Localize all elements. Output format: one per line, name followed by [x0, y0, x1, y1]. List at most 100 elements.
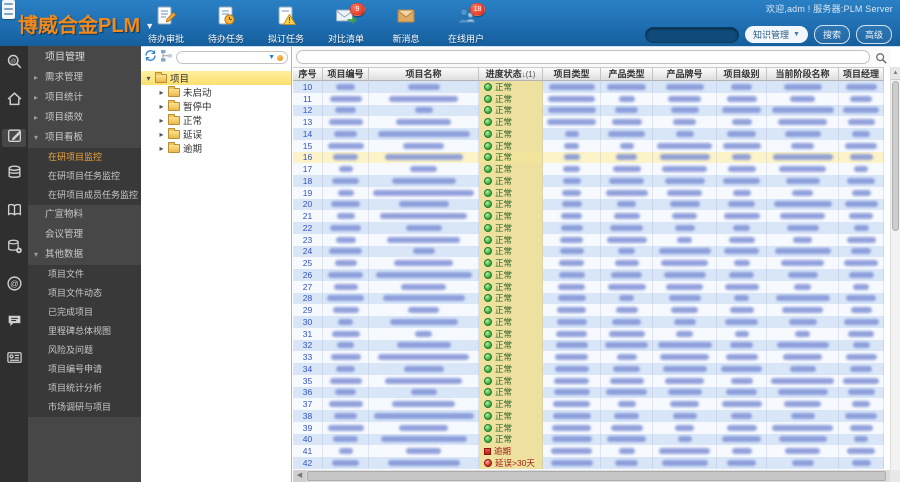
table-row[interactable]: 38 正常 [293, 410, 884, 422]
refresh-icon[interactable] [144, 49, 157, 67]
rail-search-button[interactable]: @ [2, 54, 26, 73]
search-category-dropdown[interactable]: 知识管理 ▼ [745, 26, 808, 43]
table-row[interactable]: 18 正常 [293, 175, 884, 187]
vertical-scroll-thumb[interactable] [892, 81, 899, 231]
table-row[interactable]: 14 正常 [293, 128, 884, 140]
tree-node[interactable]: ▸ 未启动 [141, 85, 291, 99]
toolbar-doc-pencil-button[interactable]: 待办审批 [143, 6, 189, 45]
table-row[interactable]: 32 正常 [293, 339, 884, 352]
tree-node[interactable]: ▸ 正常 [141, 113, 291, 127]
table-row[interactable]: 17 正常 [293, 163, 884, 175]
toolbar-mail-button[interactable]: 新消息 [383, 6, 429, 45]
column-header[interactable]: 项目类型 [543, 67, 601, 81]
column-header[interactable]: 序号 [293, 67, 323, 81]
rail-home-button[interactable] [2, 92, 26, 110]
tree-view-icon[interactable] [160, 49, 173, 67]
table-row[interactable]: 22 正常 [293, 222, 884, 234]
rail-at-button[interactable]: @ [2, 276, 26, 295]
column-header[interactable]: 项目经理 [839, 67, 884, 81]
sidebar-item[interactable]: 在研项目监控 [28, 148, 141, 167]
sidebar-item[interactable]: ▾ 其他数据 [28, 245, 141, 265]
sidebar-item[interactable]: 在研项目任务监控 [28, 167, 141, 186]
column-header[interactable]: 产品牌号 [653, 67, 717, 81]
table-row[interactable]: 36 正常 [293, 386, 884, 399]
scroll-left-icon[interactable]: ◀ [293, 470, 306, 482]
tree-node[interactable]: ▸ 逾期 [141, 141, 291, 155]
table-row[interactable]: 33 正常 [293, 351, 884, 363]
tree-node-root[interactable]: ▾ 项目 [141, 71, 291, 85]
sidebar-item[interactable]: 会议管理 [28, 225, 141, 245]
column-header[interactable]: 产品类型 [601, 67, 653, 81]
table-row[interactable]: 16 正常 [293, 151, 884, 164]
toolbar-doc-warning-button[interactable]: ! 拟订任务 [263, 6, 309, 45]
table-row[interactable]: 12 正常 [293, 104, 884, 117]
sidebar-item[interactable]: 风险及问题 [28, 341, 141, 360]
logo[interactable]: 博威合金PLM ▼ [18, 9, 154, 38]
column-header[interactable]: 项目级别 [717, 67, 767, 81]
sidebar-item[interactable]: 在研项目成员任务监控 [28, 186, 141, 205]
tree-node[interactable]: ▸ 暂停中 [141, 99, 291, 113]
sidebar-item[interactable]: ▸ 项目绩效 [28, 108, 141, 128]
table-row[interactable]: 27 正常 [293, 280, 884, 293]
table-row[interactable]: 24 正常 [293, 245, 884, 258]
sidebar-item[interactable]: ▾ 项目看板 [28, 128, 141, 148]
expand-icon[interactable]: ▾ [145, 74, 152, 83]
sidebar-item[interactable]: ▸ 需求管理 [28, 68, 141, 88]
sidebar-item[interactable]: 市场调研与项目 [28, 398, 141, 417]
horizontal-scroll-thumb[interactable] [307, 471, 886, 481]
table-row[interactable]: 42 延误>30天 [293, 457, 884, 469]
locate-down-icon[interactable]: ▼ [268, 54, 275, 61]
sidebar-item[interactable]: 项目文件动态 [28, 284, 141, 303]
table-row[interactable]: 28 正常 [293, 292, 884, 305]
sidebar-item[interactable]: 项目编号申请 [28, 360, 141, 379]
table-row[interactable]: 20 正常 [293, 198, 884, 211]
vertical-scrollbar[interactable]: ▲ [890, 67, 900, 470]
table-row[interactable]: 26 正常 [293, 269, 884, 281]
rail-database-settings-button[interactable] [2, 239, 26, 258]
toolbar-online-users-button[interactable]: 18 在线用户 [443, 3, 489, 45]
table-row[interactable]: 35 正常 [293, 374, 884, 387]
table-row[interactable]: 10 正常 [293, 81, 884, 93]
rail-database-button[interactable] [2, 165, 26, 184]
table-row[interactable]: 31 正常 [293, 327, 884, 340]
sidebar-item[interactable]: 项目统计分析 [28, 379, 141, 398]
table-row[interactable]: 41 逾期 [293, 445, 884, 457]
rail-edit-button[interactable] [2, 129, 26, 147]
search-button[interactable]: 搜索 [813, 25, 850, 44]
rail-idcard-button[interactable] [2, 351, 26, 369]
advanced-search-button[interactable]: 高级 [855, 25, 892, 44]
sidebar-item[interactable]: 广宣物料 [28, 205, 141, 225]
table-row[interactable]: 40 正常 [293, 433, 884, 446]
table-filter-input[interactable] [296, 50, 870, 64]
table-row[interactable]: 25 正常 [293, 257, 884, 269]
column-header[interactable]: 进度状态↓(1) [479, 67, 543, 81]
app-menu-icon[interactable] [2, 0, 15, 19]
global-search-input[interactable] [645, 26, 740, 43]
table-row[interactable]: 15 正常 [293, 139, 884, 152]
table-row[interactable]: 34 正常 [293, 363, 884, 375]
rail-chat-button[interactable] [2, 314, 26, 332]
sidebar-item[interactable]: 已完成项目 [28, 303, 141, 322]
tree-node[interactable]: ▸ 延误 [141, 127, 291, 141]
column-header[interactable]: 当前阶段名称 [767, 67, 839, 81]
sidebar-item[interactable]: 项目文件 [28, 265, 141, 284]
table-row[interactable]: 23 正常 [293, 233, 884, 246]
toolbar-doc-clock-button[interactable]: 待办任务 [203, 6, 249, 45]
table-row[interactable]: 29 正常 [293, 304, 884, 316]
table-row[interactable]: 13 正常 [293, 116, 884, 128]
table-row[interactable]: 37 正常 [293, 398, 884, 410]
locate-dot-icon[interactable] [277, 54, 283, 61]
table-row[interactable]: 39 正常 [293, 421, 884, 434]
sidebar-item[interactable]: ▸ 项目统计 [28, 88, 141, 108]
tree-filter-input[interactable]: ▼ [176, 51, 288, 64]
table-row[interactable]: 11 正常 [293, 92, 884, 105]
horizontal-scrollbar[interactable]: ◀ [293, 470, 890, 482]
column-header[interactable]: 项目名称 [369, 67, 479, 81]
scroll-up-icon[interactable]: ▲ [891, 67, 900, 80]
column-header[interactable]: 项目编号 [323, 67, 369, 81]
table-row[interactable]: 19 正常 [293, 186, 884, 199]
sidebar-item[interactable]: 里程碑总体视图 [28, 322, 141, 341]
toolbar-mail-compare-button[interactable]: 9 对比清单 [323, 3, 369, 45]
rail-book-button[interactable] [2, 203, 26, 221]
table-row[interactable]: 30 正常 [293, 316, 884, 328]
